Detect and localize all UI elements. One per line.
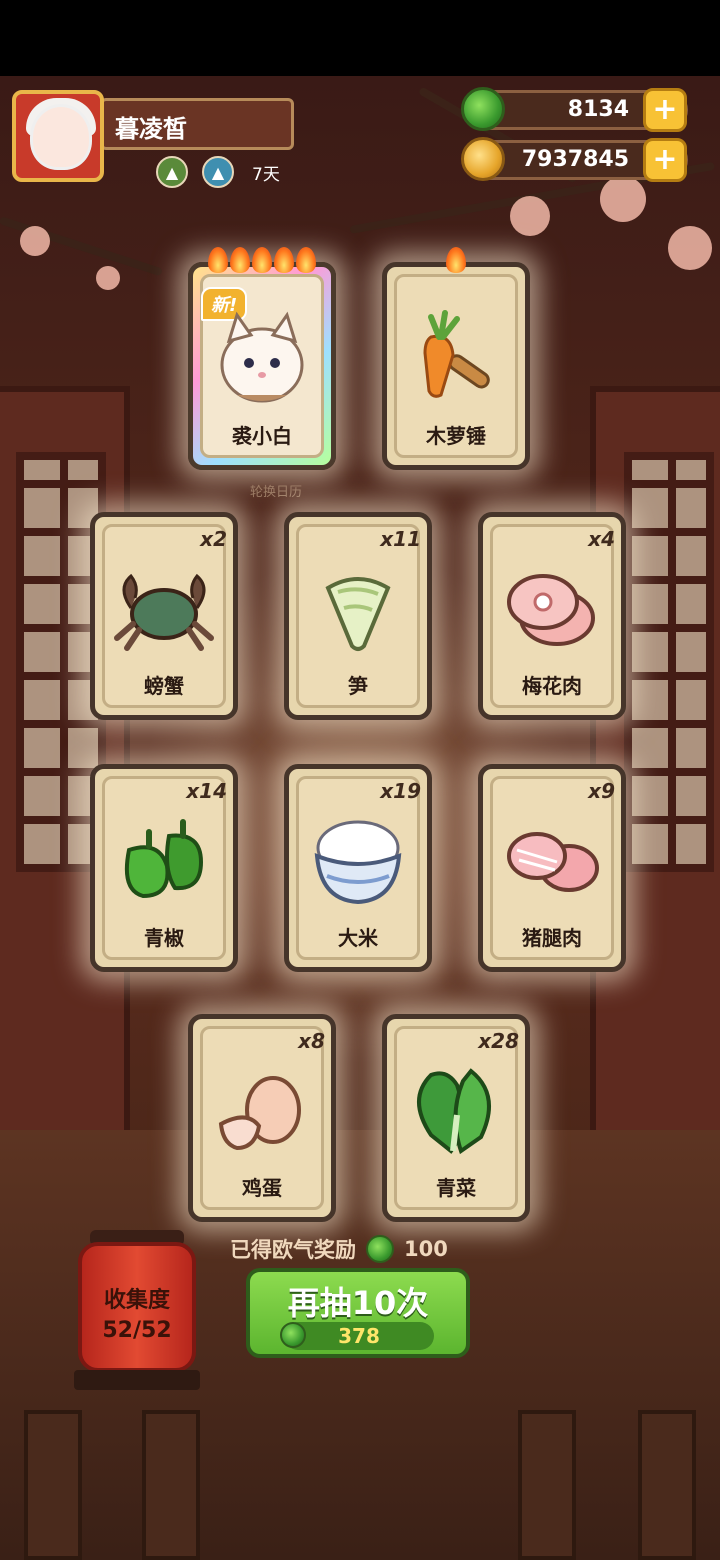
bok-choy-icon <box>417 1068 491 1155</box>
blossom-flower <box>20 226 50 256</box>
lantern-base <box>74 1370 200 1390</box>
card-item[interactable]: x19 大米 <box>284 764 432 972</box>
green-pepper-icon <box>124 819 204 899</box>
rice-bowl-icon <box>314 820 402 905</box>
avatar-face <box>30 104 92 170</box>
item-count: x2 <box>200 527 227 551</box>
card-label: 青椒 <box>144 926 184 950</box>
jade-icon <box>366 1235 394 1263</box>
item-count: x14 <box>186 779 227 803</box>
draw-cost: 378 <box>280 1322 434 1350</box>
item-count: x9 <box>588 779 615 803</box>
card-label: 螃蟹 <box>144 674 184 698</box>
buff-days: 7天 <box>252 164 280 185</box>
card-featured-item[interactable]: 木萝锤 <box>382 247 530 470</box>
item-count: x4 <box>588 527 615 551</box>
bowl-buff-icon[interactable]: ▲ <box>202 156 234 188</box>
carrot-hammer-icon <box>423 310 490 398</box>
egg-icon <box>218 1076 301 1151</box>
collection-title: 收集度 <box>103 1288 170 1313</box>
blossom-flower <box>668 226 712 270</box>
rarity-flames <box>193 247 331 277</box>
card-label: 裘小白 <box>232 424 292 448</box>
floor-post <box>142 1410 200 1560</box>
draw-again-label: 再抽10次 <box>287 1284 429 1322</box>
card-item[interactable]: x4 梅花肉 <box>478 512 626 720</box>
jade-counter: 8134 + <box>461 87 688 132</box>
draw-again-button[interactable]: 再抽10次 378 <box>246 1268 470 1358</box>
flame-icon <box>252 247 272 273</box>
flame-icon <box>208 247 228 273</box>
card-item[interactable]: x2 螃蟹 <box>90 512 238 720</box>
floor-post <box>518 1410 576 1560</box>
reward-text: 已得欧气奖励 <box>230 1238 356 1262</box>
add-jade-button[interactable]: + <box>643 88 687 132</box>
card-label: 猪腿肉 <box>522 926 582 950</box>
pork-leg-icon <box>507 832 599 893</box>
white-cat-icon <box>220 311 304 403</box>
jade-icon <box>280 1322 306 1348</box>
jade-amount: 8134 <box>567 97 629 122</box>
buff-row: ▲ ▲ 7天 <box>156 156 280 188</box>
rotate-calendar-label[interactable]: 轮换日历 <box>250 481 302 500</box>
blossom-flower <box>96 266 120 290</box>
collection-lantern[interactable]: 收集度 52/52 <box>74 1230 200 1390</box>
card-item[interactable]: x8 鸡蛋 <box>188 1014 336 1222</box>
card-label: 青菜 <box>436 1176 476 1200</box>
reward-amount: 100 <box>404 1237 448 1261</box>
collection-progress: 52/52 <box>102 1318 172 1343</box>
item-count: x28 <box>478 1029 519 1053</box>
card-featured-character[interactable]: 新! 裘小白 <box>188 247 336 470</box>
coin-counter: 7937845 + <box>461 137 688 182</box>
card-item[interactable]: x11 笋 <box>284 512 432 720</box>
floor-post <box>24 1410 82 1560</box>
card-label: 木萝锤 <box>426 424 486 448</box>
card-label: 鸡蛋 <box>242 1176 282 1200</box>
item-count: x11 <box>380 527 421 551</box>
collection-text: 收集度 52/52 <box>78 1286 196 1346</box>
player-name: 暮凌皙 <box>100 98 294 150</box>
rarity-flames <box>387 247 525 277</box>
flame-icon <box>446 247 466 273</box>
right-window-lattice <box>624 452 714 872</box>
floor-post <box>638 1410 696 1560</box>
item-count: x8 <box>298 1029 325 1053</box>
flame-icon <box>230 247 250 273</box>
flame-icon <box>274 247 294 273</box>
coin-icon <box>461 137 505 181</box>
crab-icon <box>114 573 214 652</box>
bamboo-shoot-icon <box>325 577 391 652</box>
player-avatar[interactable] <box>12 90 104 182</box>
add-coin-button[interactable]: + <box>643 138 687 182</box>
card-label: 笋 <box>348 674 368 698</box>
blossom-flower <box>600 176 646 222</box>
flame-icon <box>296 247 316 273</box>
jade-icon <box>461 87 505 131</box>
item-count: x19 <box>380 779 421 803</box>
coin-amount: 7937845 <box>521 147 629 172</box>
card-item[interactable]: x14 青椒 <box>90 764 238 972</box>
pork-shoulder-icon <box>507 574 595 647</box>
chef-buff-icon[interactable]: ▲ <box>156 156 188 188</box>
card-label: 梅花肉 <box>522 674 582 698</box>
draw-cost-amount: 378 <box>338 1324 380 1348</box>
card-label: 大米 <box>338 926 378 950</box>
card-item[interactable]: x28 青菜 <box>382 1014 530 1222</box>
card-item[interactable]: x9 猪腿肉 <box>478 764 626 972</box>
blossom-flower <box>510 196 550 236</box>
reward-line: 已得欧气奖励 100 <box>230 1234 448 1264</box>
